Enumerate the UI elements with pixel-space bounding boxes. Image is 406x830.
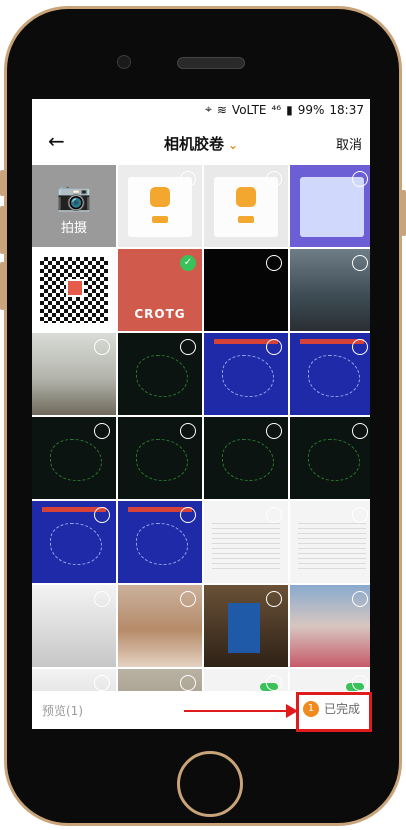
photo-thumbnail[interactable] [204,669,288,691]
side-button [0,170,5,196]
photo-thumbnail[interactable] [118,501,202,583]
select-circle-icon[interactable] [266,423,282,439]
select-circle-icon[interactable] [180,423,196,439]
photo-thumbnail[interactable]: CROTG ✓ [118,249,202,331]
map-image [136,523,188,565]
photo-thumbnail[interactable] [118,165,202,247]
photo-thumbnail[interactable] [32,417,116,499]
select-circle-icon[interactable] [266,171,282,187]
select-circle-icon[interactable] [266,675,282,691]
map-image [308,439,360,481]
side-button [401,190,406,236]
document-image [212,519,280,573]
photo-thumbnail[interactable] [32,501,116,583]
select-circle-icon[interactable] [352,423,368,439]
front-camera [117,55,131,69]
select-circle-icon[interactable] [180,507,196,523]
photo-thumbnail[interactable] [290,417,370,499]
photo-thumbnail[interactable] [204,165,288,247]
annotation-arrow [184,710,292,712]
volte-label: VoLTE [231,102,267,117]
cancel-button[interactable]: 取消 [336,134,362,153]
app-screenshot [214,177,278,237]
select-circle-icon[interactable] [352,675,368,691]
battery-icon: ▮ [286,102,293,117]
select-circle-icon[interactable] [352,255,368,271]
select-circle-icon[interactable] [352,339,368,355]
title-bar: ← 相机胶卷 ⌄ 取消 [32,121,370,165]
map-image [308,355,360,397]
preview-button[interactable]: 预览(1) [42,702,83,719]
phone-screen: ⌖ ≋ VoLTE ⁴⁶ ▮ 99% 18:37 ← 相机胶卷 ⌄ 取消 📷 拍摄 [32,99,370,729]
side-button [0,262,5,310]
photo-thumbnail[interactable] [118,333,202,415]
map-image [50,523,102,565]
take-photo-label: 拍摄 [60,220,87,236]
album-title: 相机胶卷 [163,135,224,153]
photo-thumbnail[interactable] [118,669,202,691]
photo-thumbnail[interactable] [32,333,116,415]
qr-logo [66,279,84,297]
select-circle-icon[interactable] [352,591,368,607]
select-circle-icon[interactable] [94,675,110,691]
photo-thumbnail[interactable] [290,501,370,583]
document-image [298,519,366,573]
select-circle-icon[interactable] [94,423,110,439]
album-title-dropdown[interactable]: 相机胶卷 ⌄ [32,133,370,154]
select-circle-icon[interactable] [352,507,368,523]
status-bar: ⌖ ≋ VoLTE ⁴⁶ ▮ 99% 18:37 [32,99,370,121]
photo-thumbnail[interactable] [290,585,370,667]
app-screenshot [128,177,192,237]
photo-thumbnail[interactable] [290,165,370,247]
photo-thumbnail[interactable] [290,333,370,415]
select-circle-icon[interactable] [180,171,196,187]
photo-thumbnail[interactable] [118,585,202,667]
home-button[interactable] [177,751,243,817]
photo-thumbnail[interactable] [32,585,116,667]
photo-thumbnail[interactable] [204,585,288,667]
photo-grid: 📷 拍摄 CROTG ✓ [32,165,370,691]
photo-thumbnail[interactable] [204,417,288,499]
book-image [228,603,260,653]
select-circle-icon[interactable] [180,675,196,691]
map-image [136,439,188,481]
app-screenshot [300,177,364,237]
select-circle-icon[interactable] [180,591,196,607]
map-image [222,355,274,397]
clock: 18:37 [329,102,364,117]
map-image [222,439,274,481]
select-circle-icon[interactable] [266,591,282,607]
photo-thumbnail[interactable] [290,249,370,331]
map-image [136,355,188,397]
select-circle-icon[interactable] [266,255,282,271]
camera-icon: 📷 [56,179,92,213]
selected-check-icon[interactable]: ✓ [180,255,196,271]
annotation-highlight-box [296,692,372,732]
select-circle-icon[interactable] [94,339,110,355]
select-circle-icon[interactable] [94,507,110,523]
select-circle-icon[interactable] [266,507,282,523]
signal-icon: ⁴⁶ [271,102,282,117]
chevron-down-icon: ⌄ [227,138,239,152]
location-icon: ⌖ [205,102,212,116]
photo-thumbnail[interactable] [204,501,288,583]
photo-thumbnail[interactable] [204,333,288,415]
photo-thumbnail[interactable] [32,669,116,691]
take-photo-tile[interactable]: 📷 拍摄 [32,165,116,247]
photo-thumbnail[interactable] [118,417,202,499]
photo-thumbnail[interactable] [204,249,288,331]
crotg-logo-text: CROTG [134,307,186,321]
photo-thumbnail[interactable] [290,669,370,691]
select-circle-icon[interactable] [266,339,282,355]
select-circle-icon[interactable] [352,171,368,187]
map-image [50,439,102,481]
side-button [0,206,5,254]
wifi-icon: ≋ [216,102,227,117]
select-circle-icon[interactable] [180,339,196,355]
select-circle-icon[interactable] [94,591,110,607]
battery-level: 99% [297,102,325,117]
earpiece-speaker [177,57,245,69]
photo-thumbnail[interactable] [32,249,116,331]
